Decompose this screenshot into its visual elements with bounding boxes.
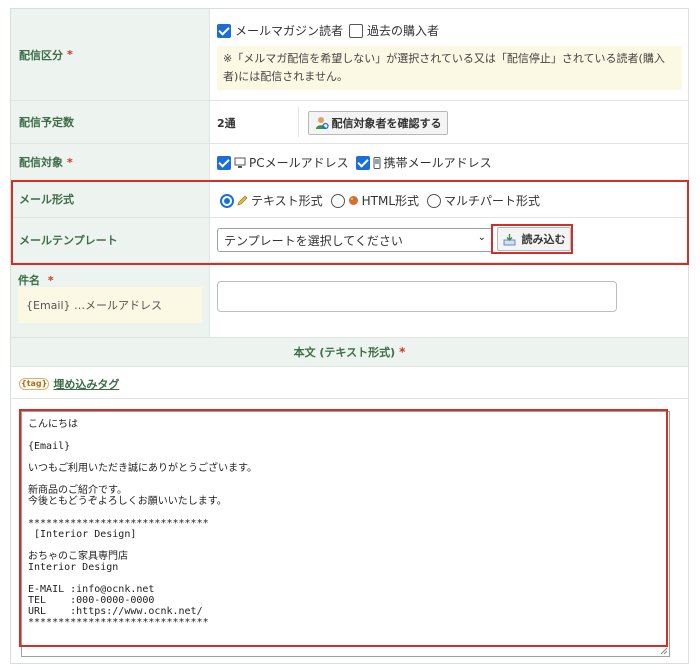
tag-icon: {tag} xyxy=(19,378,50,390)
person-icon xyxy=(315,117,329,130)
delivery-category-label: 配信区分 * xyxy=(11,9,210,100)
scheduled-count-label-text: 配信予定数 xyxy=(19,116,74,129)
delivery-note-line-2: 者)には配信されません。 xyxy=(223,70,348,83)
pc-mail-checkbox[interactable] xyxy=(217,155,231,170)
mail-settings-page: 配信区分 * メールマガジン読者 過去の購入者 ※「メルマガ配信を希望しない」が… xyxy=(0,0,700,670)
mobile-mail-option-label[interactable]: 携帯メールアドレス xyxy=(384,154,492,171)
row-delivery-target: 配信対象 * PCメールアドレス 携帯メールアドレス xyxy=(11,144,688,181)
subject-label-text: 件名 xyxy=(18,274,40,287)
delivery-category-label-text: 配信区分 xyxy=(19,48,63,62)
highlight-format-template xyxy=(11,180,689,265)
confirm-recipients-button[interactable]: 配信対象者を確認する xyxy=(308,111,448,135)
body-heading: 本文 (テキスト形式) * xyxy=(11,338,688,367)
row-delivery-category: 配信区分 * メールマガジン読者 過去の購入者 ※「メルマガ配信を希望しない」が… xyxy=(11,9,688,101)
mobile-phone-icon xyxy=(373,156,381,169)
delivery-category-value: メールマガジン読者 過去の購入者 ※「メルマガ配信を希望しない」が選択されている… xyxy=(210,9,688,100)
newsletter-checkbox[interactable] xyxy=(217,23,231,38)
highlight-body-textarea xyxy=(19,409,668,647)
required-mark: * xyxy=(47,274,54,287)
past-buyers-option-label[interactable]: 過去の購入者 xyxy=(367,22,439,39)
highlight-load-button xyxy=(491,224,573,254)
newsletter-option-label[interactable]: メールマガジン読者 xyxy=(235,22,343,39)
pc-mail-option-label[interactable]: PCメールアドレス xyxy=(249,154,349,171)
subject-value xyxy=(210,263,688,337)
subject-hint-text: {Email} …メールアドレス xyxy=(26,299,163,312)
body-heading-text: 本文 (テキスト形式) xyxy=(293,346,396,359)
required-mark: * xyxy=(67,48,73,61)
required-mark: * xyxy=(399,345,406,359)
delivery-target-label-text: 配信対象 xyxy=(19,156,63,169)
subject-label: 件名 * {Email} …メールアドレス xyxy=(11,263,210,337)
embed-tag-link[interactable]: 埋め込みタグ xyxy=(53,376,119,392)
past-buyers-checkbox[interactable] xyxy=(349,23,364,38)
scheduled-count-number: 2通 xyxy=(217,117,236,130)
confirm-recipients-label: 配信対象者を確認する xyxy=(331,117,442,130)
monitor-icon xyxy=(234,157,246,168)
divider xyxy=(298,107,299,137)
row-subject: 件名 * {Email} …メールアドレス xyxy=(11,263,688,338)
scheduled-count-label: 配信予定数 xyxy=(11,101,210,143)
subject-hint: {Email} …メールアドレス xyxy=(18,287,202,323)
resize-handle-icon[interactable] xyxy=(660,647,668,655)
subject-input[interactable] xyxy=(217,281,617,312)
delivery-target-label: 配信対象 * xyxy=(11,144,210,180)
embed-tag-row: {tag} 埋め込みタグ xyxy=(11,367,688,399)
mobile-mail-checkbox[interactable] xyxy=(355,155,370,170)
delivery-note: ※「メルマガ配信を希望しない」が選択されている又は「配信停止」されている読者(購… xyxy=(217,46,682,90)
scheduled-count-value: 2通 配信対象者を確認する xyxy=(210,101,688,143)
delivery-target-value: PCメールアドレス 携帯メールアドレス xyxy=(210,144,688,180)
delivery-note-line-1: ※「メルマガ配信を希望しない」が選択されている又は「配信停止」されている読者(購… xyxy=(223,52,665,65)
required-mark: * xyxy=(67,155,73,169)
row-scheduled-count: 配信予定数 2通 配信対象者を確認する xyxy=(11,101,688,144)
